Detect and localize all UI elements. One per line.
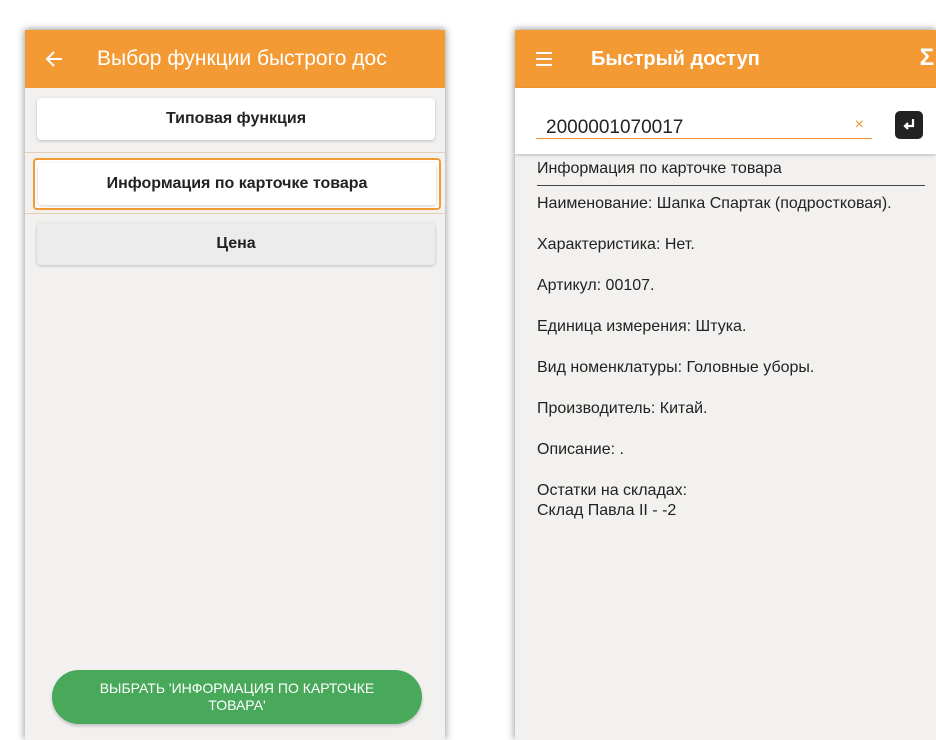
info-header: Информация по карточке товара	[537, 160, 925, 186]
product-info: Информация по карточке товара Наименован…	[537, 160, 925, 521]
quick-access-screen: Быстрый доступ Σ 2000001070017 × Информа…	[515, 30, 936, 740]
sigma-icon[interactable]: Σ	[920, 44, 934, 72]
select-function-button[interactable]: ВЫБРАТЬ 'ИНФОРМАЦИЯ ПО КАРТОЧКЕ ТОВАРА'	[52, 670, 422, 724]
option-price[interactable]: Цена	[37, 223, 435, 265]
menu-icon[interactable]	[533, 48, 555, 70]
function-select-screen: Выбор функции быстрого дос Типовая функц…	[25, 30, 445, 740]
page-title: Быстрый доступ	[591, 47, 760, 70]
info-name: Наименование: Шапка Спартак (подросткова…	[537, 195, 892, 212]
option-product-card-info[interactable]: Информация по карточке товара	[33, 158, 441, 210]
info-unit: Единица измерения: Штука.	[537, 318, 747, 335]
enter-icon[interactable]	[895, 111, 923, 139]
option-label: Типовая функция	[165, 110, 307, 127]
option-typical-function[interactable]: Типовая функция	[37, 98, 435, 140]
option-label: Цена	[216, 235, 256, 252]
clear-icon[interactable]: ×	[855, 116, 864, 134]
page-title: Выбор функции быстрого дос	[97, 47, 387, 70]
info-article: Артикул: 00107.	[537, 277, 655, 294]
info-description: Описание: .	[537, 441, 624, 458]
app-bar: Выбор функции быстрого дос	[25, 30, 445, 88]
info-manufacturer: Производитель: Китай.	[537, 400, 708, 417]
app-bar: Быстрый доступ Σ	[515, 30, 936, 88]
divider	[25, 213, 445, 214]
info-characteristic: Характеристика: Нет.	[537, 236, 695, 253]
barcode-bar: 2000001070017 ×	[515, 88, 936, 154]
info-stock-header: Остатки на складах:	[537, 482, 688, 499]
divider	[25, 152, 445, 153]
option-label: Информация по карточке товара	[106, 175, 368, 192]
barcode-value: 2000001070017	[546, 117, 684, 138]
info-stock-line: Склад Павла II - -2	[537, 502, 677, 519]
back-arrow-icon[interactable]	[43, 48, 65, 70]
barcode-input[interactable]: 2000001070017 ×	[536, 110, 872, 139]
info-nomenclature-type: Вид номенклатуры: Головные уборы.	[537, 359, 815, 376]
